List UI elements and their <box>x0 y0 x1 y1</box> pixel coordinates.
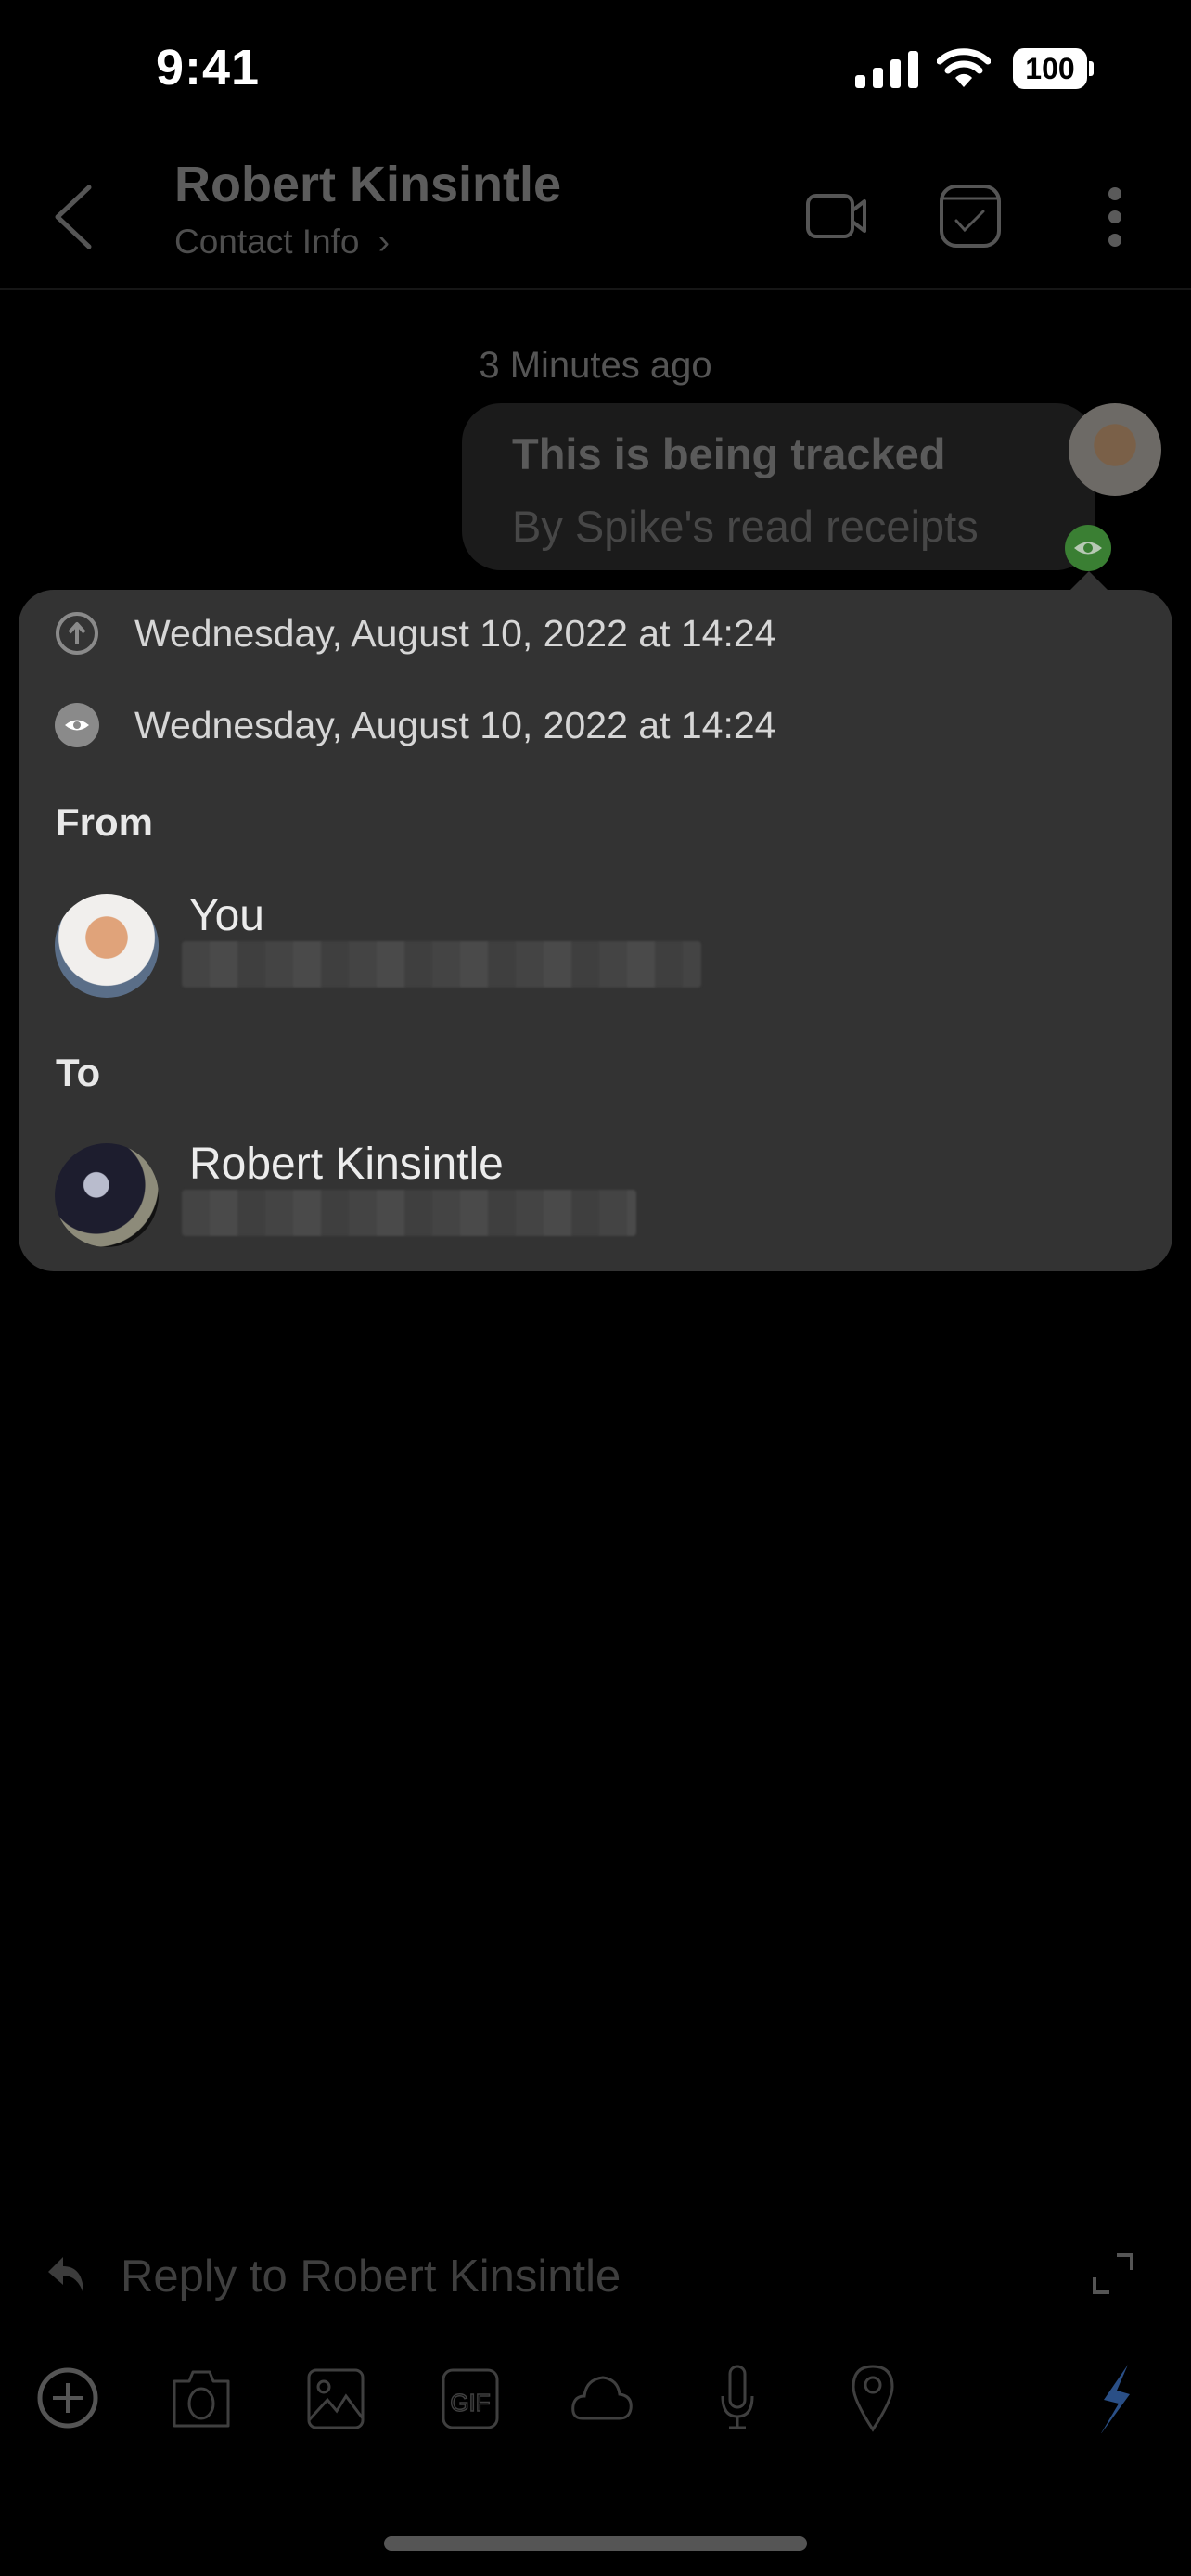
recipient-avatar <box>55 1143 159 1247</box>
reply-icon <box>48 2257 83 2294</box>
home-indicator[interactable] <box>384 2536 807 2551</box>
reply-input[interactable] <box>121 2249 955 2304</box>
read-receipt-badge[interactable] <box>1065 525 1111 571</box>
signal-icon <box>855 51 918 88</box>
add-icon[interactable] <box>35 2363 100 2433</box>
more-vertical-icon[interactable] <box>1104 185 1126 249</box>
camera-icon[interactable] <box>169 2363 234 2433</box>
contact-name-title[interactable]: Robert Kinsintle <box>174 156 561 213</box>
read-timestamp: Wednesday, August 10, 2022 at 14:24 <box>134 704 776 746</box>
wifi-icon <box>937 48 991 87</box>
location-icon[interactable] <box>840 2363 905 2433</box>
gif-icon[interactable]: GIF <box>438 2363 503 2433</box>
message-line-1: This is being tracked <box>512 429 946 478</box>
video-call-icon[interactable] <box>805 190 868 242</box>
sender-avatar <box>1069 403 1161 496</box>
message-timestamp: 3 Minutes ago <box>479 345 712 386</box>
back-chevron-icon[interactable] <box>50 184 96 250</box>
sender-email-redacted <box>182 941 701 988</box>
status-time: 9:41 <box>156 40 261 96</box>
sender-avatar-large <box>55 894 159 998</box>
message-line-2: By Spike's read receipts <box>512 502 979 551</box>
sender-name: You <box>189 891 264 940</box>
to-label: To <box>56 1051 101 1094</box>
send-bolt-icon[interactable] <box>1083 2363 1148 2433</box>
battery-indicator: 100 <box>1013 48 1096 89</box>
contact-info-link[interactable]: Contact Info › <box>174 223 390 261</box>
sent-timestamp: Wednesday, August 10, 2022 at 14:24 <box>134 612 776 655</box>
sent-arrow-icon <box>56 612 98 655</box>
cloud-icon[interactable] <box>570 2363 634 2433</box>
header-divider <box>0 288 1191 290</box>
task-icon[interactable] <box>939 184 1002 249</box>
microphone-icon[interactable] <box>705 2363 770 2433</box>
chevron-right-icon: › <box>378 223 391 261</box>
contact-info-label: Contact Info <box>174 223 360 261</box>
recipient-email-redacted <box>182 1190 636 1236</box>
read-eye-icon <box>55 703 99 747</box>
recipient-name: Robert Kinsintle <box>189 1140 504 1189</box>
svg-text:GIF: GIF <box>450 2389 490 2417</box>
battery-level: 100 <box>1013 48 1087 89</box>
battery-nub <box>1089 61 1094 76</box>
from-label: From <box>56 800 153 844</box>
image-icon[interactable] <box>303 2363 368 2433</box>
expand-icon[interactable] <box>1091 2251 1135 2296</box>
